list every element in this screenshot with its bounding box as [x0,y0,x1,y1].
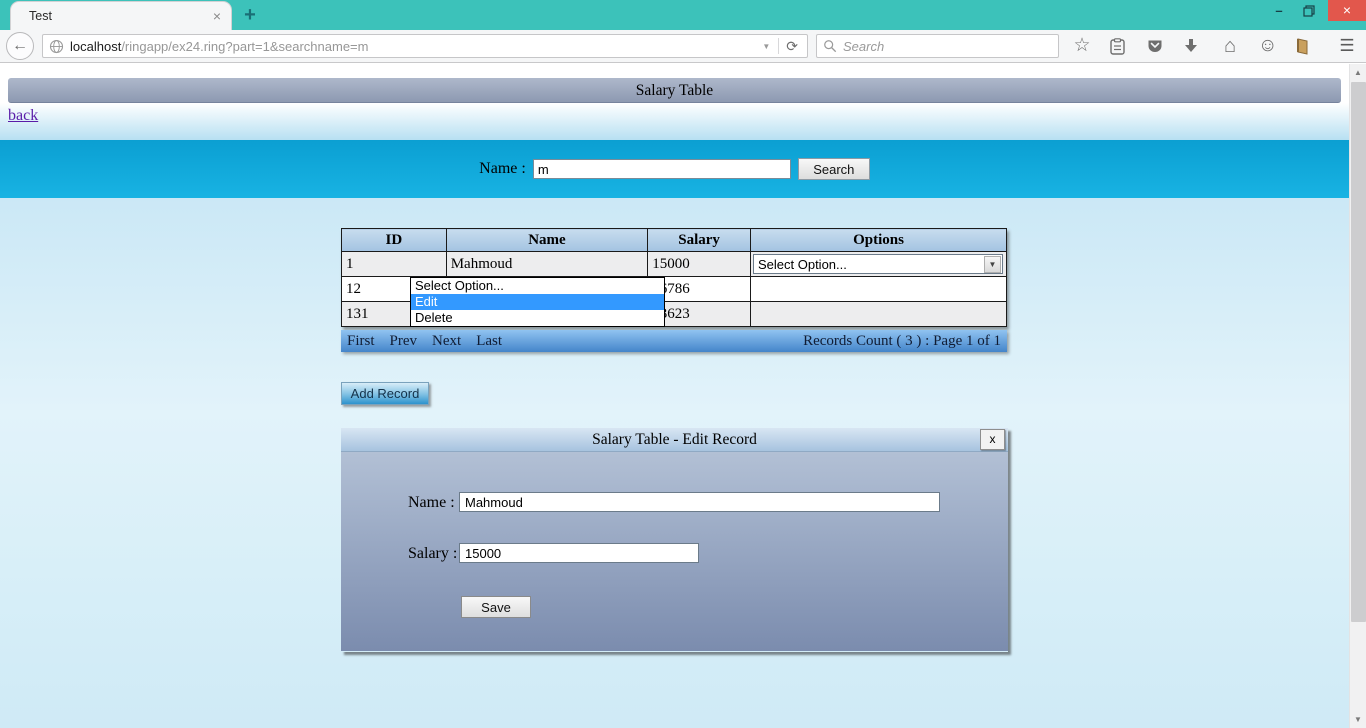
pagination-last-link[interactable]: Last [476,333,502,350]
dropdown-option-edit[interactable]: Edit [411,294,664,310]
url-text: localhost/ringapp/ex24.ring?part=1&searc… [70,39,368,54]
dialog-close-button[interactable]: x [980,429,1005,450]
pagination-first-link[interactable]: First [347,333,375,350]
book-icon[interactable] [1295,38,1313,55]
name-search-label: Name : [479,160,526,178]
select-caret-icon[interactable]: ▼ [984,256,1001,273]
url-path: /ringapp/ex24.ring?part=1&searchname=m [121,39,368,54]
home-icon[interactable]: ⌂ [1221,37,1239,55]
dialog-name-label: Name : [408,494,455,512]
search-button[interactable]: Search [798,158,870,180]
back-icon[interactable]: ← [6,32,34,60]
dialog-salary-input[interactable] [459,543,699,563]
scrollbar-thumb[interactable] [1351,82,1366,622]
search-icon [823,39,837,53]
dialog-body: Name : Salary : Save [341,452,1008,651]
page-scrollbar[interactable]: ▲ ▼ [1349,64,1366,728]
restore-icon [1303,5,1315,17]
pagination-prev-link[interactable]: Prev [390,333,418,350]
cell-salary: 15000 [648,252,751,277]
header-name: Name [446,229,648,252]
header-id: ID [342,229,447,252]
records-count-status: Records Count ( 3 ) : Page 1 of 1 [803,333,1001,350]
restore-button[interactable] [1294,0,1324,21]
downloads-icon[interactable] [1184,38,1202,54]
name-search-input[interactable] [533,159,791,179]
dialog-name-input[interactable] [459,492,940,512]
cell-id: 1 [342,252,447,277]
tab-close-icon[interactable]: × [213,9,221,23]
browser-tab[interactable]: Test × [10,1,232,30]
cell-options [750,277,1006,302]
cell-name: Mahmoud [446,252,648,277]
dialog-title: Salary Table - Edit Record [592,431,757,448]
scroll-down-icon[interactable]: ▼ [1350,711,1366,728]
dialog-header: Salary Table - Edit Record x [341,428,1008,452]
url-dropdown-icon[interactable]: ▼ [754,42,778,51]
page-viewport: Salary Table back Name : Search ID Name … [0,64,1349,728]
add-record-button[interactable]: Add Record [341,382,429,405]
bookmark-star-icon[interactable]: ☆ [1073,37,1091,55]
page-title: Salary Table [8,78,1341,103]
pocket-icon[interactable] [1147,38,1165,54]
url-bar[interactable]: localhost/ringapp/ex24.ring?part=1&searc… [42,34,808,58]
pagination-next-link[interactable]: Next [432,333,461,350]
tab-title: Test [29,9,213,23]
minimize-button[interactable]: – [1264,0,1294,21]
browser-search-input[interactable] [843,39,1052,54]
close-button[interactable]: × [1328,0,1366,21]
new-tab-button[interactable]: + [236,3,264,27]
search-band: Name : Search [0,140,1349,198]
options-select-value: Select Option... [754,257,984,272]
options-dropdown-list: Select Option... Edit Delete [410,277,665,327]
menu-icon[interactable]: ☰ [1338,37,1356,55]
reload-icon[interactable]: ⟳ [779,38,805,55]
table-row: 1 Mahmoud 15000 Select Option... ▼ [342,252,1007,277]
options-select[interactable]: Select Option... ▼ [753,254,1003,274]
reading-list-icon[interactable] [1110,38,1128,55]
cell-options: Select Option... ▼ [750,252,1006,277]
cell-options [750,302,1006,327]
header-options: Options [750,229,1006,252]
edit-record-dialog: Salary Table - Edit Record x Name : Sala… [341,428,1008,652]
browser-search-box[interactable] [816,34,1059,58]
back-link[interactable]: back [8,107,38,124]
header-salary: Salary [648,229,751,252]
table-header-row: ID Name Salary Options [342,229,1007,252]
browser-toolbar: ← localhost/ringapp/ex24.ring?part=1&sea… [0,30,1366,63]
hello-smiley-icon[interactable]: ☺ [1258,37,1276,55]
scroll-up-icon[interactable]: ▲ [1350,64,1366,81]
browser-window: Test × + – × ← localhost/ringapp/ex24.ri… [0,0,1366,728]
dropdown-option-select[interactable]: Select Option... [411,278,664,294]
toolbar-icons: ☆ ⌂ [1067,37,1356,55]
pagination-links: First Prev Next Last [347,333,502,350]
dialog-salary-label: Salary : [408,545,457,563]
window-controls: – × [1264,0,1366,21]
url-host: localhost [70,39,121,54]
back-row: back [0,103,1349,140]
page-content: ID Name Salary Options 1 Mahmoud 15000 S… [0,198,1349,728]
globe-icon [49,39,64,54]
save-button[interactable]: Save [461,596,531,618]
pagination-bar: First Prev Next Last Records Count ( 3 )… [341,330,1007,352]
browser-titlebar: Test × + – × [0,0,1366,30]
dropdown-option-delete[interactable]: Delete [411,310,664,326]
